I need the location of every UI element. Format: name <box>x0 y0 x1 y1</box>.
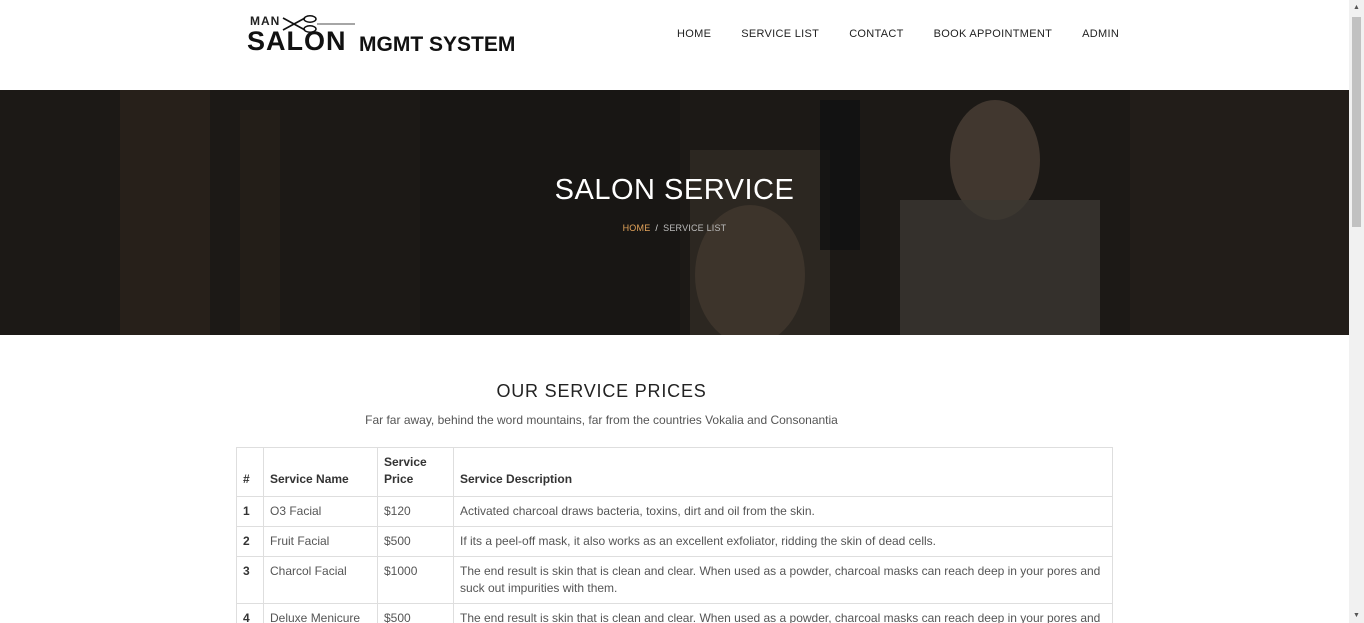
main-nav: HOME SERVICE LIST CONTACT BOOK APPOINTME… <box>662 24 1134 44</box>
service-price: $500 <box>377 526 454 557</box>
page-title: SALON SERVICE <box>554 174 795 206</box>
scroll-down-arrow-icon[interactable]: ▼ <box>1349 608 1364 623</box>
column-header-number: # <box>236 447 264 497</box>
service-description: If its a peel-off mask, it also works as… <box>453 526 1113 557</box>
section-subtitle: Far far away, behind the word mountains,… <box>365 413 838 427</box>
service-price: $1000 <box>377 556 454 604</box>
service-price: $500 <box>377 603 454 623</box>
breadcrumb-home-link[interactable]: HOME <box>623 223 651 233</box>
service-name: Charcol Facial <box>263 556 378 604</box>
nav-book-appointment-link[interactable]: BOOK APPOINTMENT <box>919 24 1067 44</box>
row-number: 4 <box>236 603 264 623</box>
column-header-service-price: Service Price <box>377 447 454 497</box>
breadcrumb-separator: / <box>655 223 659 233</box>
table-row: 1 O3 Facial $120 Activated charcoal draw… <box>236 496 1113 527</box>
row-number: 3 <box>236 556 264 604</box>
logo-main-text: SALON <box>247 26 347 56</box>
service-description: The end result is skin that is clean and… <box>453 603 1113 623</box>
service-name: Deluxe Menicure <box>263 603 378 623</box>
service-price: $120 <box>377 496 454 527</box>
breadcrumb-current: SERVICE LIST <box>663 223 727 233</box>
service-name: O3 Facial <box>263 496 378 527</box>
table-row: 3 Charcol Facial $1000 The end result is… <box>236 556 1113 604</box>
nav-admin-link[interactable]: ADMIN <box>1067 24 1134 44</box>
service-name: Fruit Facial <box>263 526 378 557</box>
nav-home-link[interactable]: HOME <box>662 24 726 44</box>
section-title: OUR SERVICE PRICES <box>496 381 707 401</box>
table-header-row: # Service Name Service Price Service Des… <box>236 447 1113 497</box>
site-logo[interactable]: MAN SALON MGMT SYSTEM <box>247 14 537 58</box>
row-number: 1 <box>236 496 264 527</box>
service-price-table: # Service Name Service Price Service Des… <box>236 447 1113 623</box>
vertical-scrollbar[interactable]: ▲ ▼ <box>1349 0 1364 623</box>
row-number: 2 <box>236 526 264 557</box>
hero-banner: SALON SERVICE HOME / SERVICE LIST <box>0 90 1349 335</box>
service-description: Activated charcoal draws bacteria, toxin… <box>453 496 1113 527</box>
scroll-up-arrow-icon[interactable]: ▲ <box>1349 0 1364 15</box>
column-header-service-name: Service Name <box>263 447 378 497</box>
breadcrumb: HOME / SERVICE LIST <box>0 223 1349 233</box>
nav-contact-link[interactable]: CONTACT <box>834 24 918 44</box>
column-header-service-description: Service Description <box>453 447 1113 497</box>
hero-overlay <box>0 90 1349 335</box>
site-header: MAN SALON MGMT SYSTEM HOME SERVICE LIST … <box>0 0 1349 90</box>
logo-suffix-text: MGMT SYSTEM <box>359 33 516 56</box>
table-row: 2 Fruit Facial $500 If its a peel-off ma… <box>236 526 1113 557</box>
service-description: The end result is skin that is clean and… <box>453 556 1113 604</box>
table-row: 4 Deluxe Menicure $500 The end result is… <box>236 603 1113 623</box>
nav-service-list-link[interactable]: SERVICE LIST <box>726 24 834 44</box>
scrollbar-thumb[interactable] <box>1352 17 1361 227</box>
